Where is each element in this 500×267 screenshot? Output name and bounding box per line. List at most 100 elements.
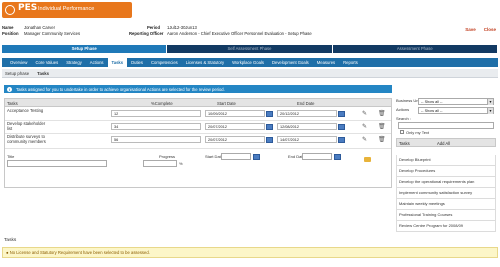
edit-icon[interactable]: ✎ xyxy=(362,111,367,117)
calendar-icon[interactable] xyxy=(338,123,345,130)
tab-development-goals[interactable]: Development Goals xyxy=(268,58,313,67)
only-my-text-checkbox[interactable] xyxy=(400,130,404,134)
sidebar-tasks-title: Tasks xyxy=(399,141,410,146)
business-unit-select[interactable]: -- Show all -- ▼ xyxy=(418,98,494,105)
col-end: End Date xyxy=(297,101,315,106)
bottom-title: Tasks xyxy=(4,238,17,243)
delete-icon[interactable]: 🗑 xyxy=(378,137,386,143)
task-name: Acceptance Testing xyxy=(7,108,44,113)
search-input[interactable] xyxy=(398,122,494,129)
actions-select[interactable]: -- Show all -- ▼ xyxy=(418,107,494,114)
notice-text: Tasks assigned for you to undertake in o… xyxy=(16,86,225,92)
col-task: Tasks xyxy=(7,101,18,106)
main-tab-bar: Overview Core Values Strategy Actions Ta… xyxy=(2,58,498,67)
save-link[interactable]: Save xyxy=(465,27,476,32)
calendar-icon[interactable] xyxy=(334,153,341,160)
info-notice: i Tasks assigned for you to undertake in… xyxy=(4,85,392,93)
sidebar-task-item[interactable]: Develop the operational requirements pla… xyxy=(396,177,496,188)
business-unit-label: Business Unit xyxy=(396,98,421,103)
edit-icon[interactable]: ✎ xyxy=(362,124,367,130)
calendar-icon[interactable] xyxy=(266,110,273,117)
sidebar-task-item[interactable]: Review Centre Program for 2008/09 xyxy=(396,221,496,232)
tab-actions[interactable]: Actions xyxy=(86,58,108,67)
sidebar-task-item[interactable]: Maintain weekly meetings xyxy=(396,199,496,210)
phase-bar: Setup Phase Self Assessment Phase Assess… xyxy=(2,45,498,53)
delete-icon[interactable]: 🗑 xyxy=(378,124,386,130)
title-input[interactable] xyxy=(7,160,107,167)
start-date-input[interactable]: 20/07/2012 xyxy=(205,123,265,130)
officer-value: Aaron Anderson - Chief Executive Officer… xyxy=(167,31,312,36)
period-value: 1Jul12-30Jun13 xyxy=(167,25,197,30)
tab-licenses[interactable]: Licenses & Statutory xyxy=(182,58,228,67)
tab-duties[interactable]: Duties xyxy=(127,58,147,67)
end-date-input[interactable]: 20/12/2012 xyxy=(277,110,337,117)
tab-workplace-goals[interactable]: Workplace Goals xyxy=(228,58,268,67)
phase-setup[interactable]: Setup Phase xyxy=(2,45,168,53)
edit-icon[interactable]: ✎ xyxy=(362,137,367,143)
tab-overview[interactable]: Overview xyxy=(6,58,31,67)
name-value: Jonathan Carver xyxy=(24,25,55,30)
start-date-input[interactable]: 10/09/2012 xyxy=(205,110,265,117)
sidebar-task-item[interactable]: Develop Procedures xyxy=(396,166,496,177)
table-header: Tasks %Complete Start Date End Date xyxy=(5,99,391,107)
close-link[interactable]: Close xyxy=(484,27,496,32)
task-name: Distribute surveys to community members xyxy=(7,134,46,144)
calendar-icon[interactable] xyxy=(338,136,345,143)
tab-competencies[interactable]: Competencies xyxy=(147,58,182,67)
complete-input[interactable]: 34 xyxy=(111,123,201,130)
sidebar-task-item[interactable]: Develop Blueprint xyxy=(396,155,496,166)
chevron-down-icon: ▼ xyxy=(487,108,493,114)
calendar-icon[interactable] xyxy=(266,136,273,143)
phase-self-assessment[interactable]: Self Assessment Phase xyxy=(167,45,333,53)
top-actions: Save Close xyxy=(465,27,496,32)
add-folder-icon[interactable] xyxy=(364,157,371,162)
breadcrumb: Setup phase Tasks xyxy=(2,69,498,78)
col-start: Start Date xyxy=(217,101,236,106)
complete-input[interactable]: 12 xyxy=(111,110,201,117)
table-row: Acceptance Testing 12 10/09/2012 20/12/2… xyxy=(5,108,391,121)
subtab-setup-phase[interactable]: Setup phase xyxy=(5,71,29,76)
tab-strategy[interactable]: Strategy xyxy=(62,58,86,67)
info-icon: i xyxy=(7,86,12,92)
task-picker-sidebar: Business Unit -- Show all -- ▼ Actions -… xyxy=(396,98,496,248)
progress-input[interactable] xyxy=(143,160,177,167)
warning-message: ● No License and Statutory Requirement h… xyxy=(2,247,498,258)
table-row: Distribute surveys to community members … xyxy=(5,134,391,149)
search-label: Search : xyxy=(396,116,411,121)
tab-reports[interactable]: Reports xyxy=(339,58,362,67)
period-label: Period xyxy=(147,25,161,30)
progress-label: Progress xyxy=(159,154,176,159)
end-date-input[interactable]: 14/07/2012 xyxy=(277,136,337,143)
complete-input[interactable]: 56 xyxy=(111,136,201,143)
sidebar-tasks-header: Tasks Add All xyxy=(396,138,496,147)
tab-core-values[interactable]: Core Values xyxy=(31,58,62,67)
new-end-date-input[interactable] xyxy=(302,153,332,160)
sidebar-task-item[interactable]: Implement community satisfaction survey xyxy=(396,188,496,199)
subtab-tasks[interactable]: Tasks xyxy=(37,71,49,76)
position-value: Manager Community Services xyxy=(24,31,81,36)
calendar-icon[interactable] xyxy=(253,153,260,160)
start-date-input[interactable]: 20/07/2012 xyxy=(205,136,265,143)
tab-measures[interactable]: Measures xyxy=(313,58,339,67)
title-label: Title xyxy=(7,154,15,159)
name-label: Name xyxy=(2,25,14,30)
position-label: Position xyxy=(2,31,19,36)
header-bar: PES Individual Performance xyxy=(0,0,500,22)
task-name: Develop stakeholder list xyxy=(7,121,46,131)
new-start-date-input[interactable] xyxy=(221,153,251,160)
add-task-row: Title Progress % Start Date End Date xyxy=(5,151,391,175)
logo-subtitle: Individual Performance xyxy=(38,6,95,12)
officer-label: Reporting Officer xyxy=(129,31,164,36)
calendar-icon[interactable] xyxy=(266,123,273,130)
logo-ring-icon xyxy=(5,5,15,15)
calendar-icon[interactable] xyxy=(338,110,345,117)
end-date-input[interactable]: 12/08/2012 xyxy=(277,123,337,130)
col-complete: %Complete xyxy=(151,101,173,106)
sidebar-task-item[interactable]: Professional Training Courses xyxy=(396,210,496,221)
logo-word: PES xyxy=(18,3,38,13)
delete-icon[interactable]: 🗑 xyxy=(378,111,386,117)
phase-assessment[interactable]: Assessment Phase xyxy=(332,45,498,53)
table-row: Develop stakeholder list 34 20/07/2012 1… xyxy=(5,121,391,134)
tab-tasks[interactable]: Tasks xyxy=(107,58,128,67)
add-all-button[interactable]: Add All xyxy=(437,141,450,146)
